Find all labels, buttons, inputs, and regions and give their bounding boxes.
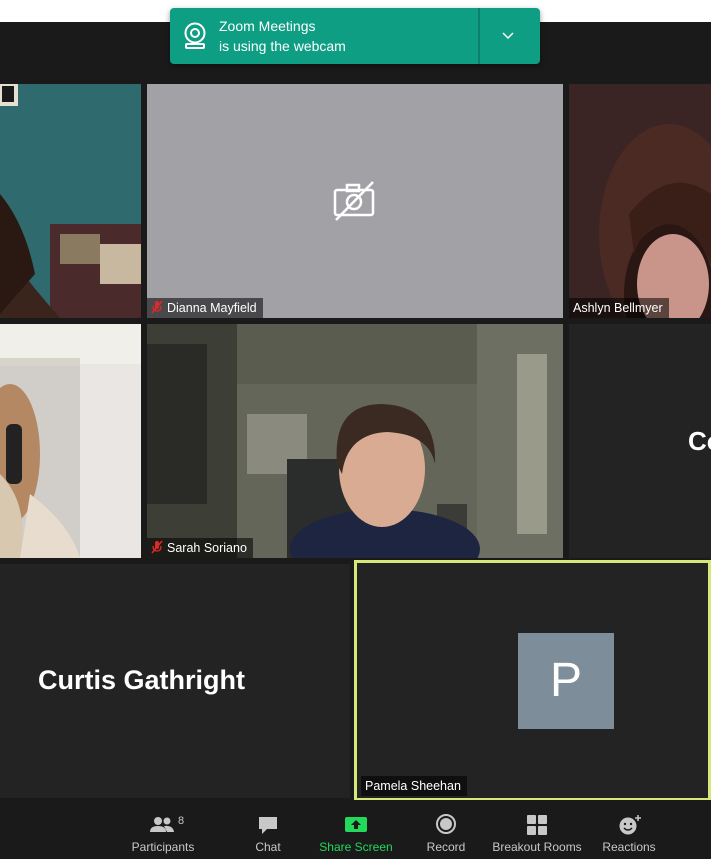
share-screen-label: Share Screen — [319, 840, 393, 854]
breakout-rooms-label: Breakout Rooms — [492, 840, 582, 854]
participant-name-tag: Pamela Sheehan — [361, 776, 467, 796]
participants-label: Participants — [131, 840, 195, 854]
participants-button[interactable]: 8 Participants — [128, 800, 198, 859]
notification-divider — [478, 8, 480, 64]
video-tile-dianna[interactable]: Dianna Mayfield — [147, 84, 563, 318]
reactions-button[interactable]: Reactions — [598, 800, 660, 859]
microphone-muted-icon — [151, 300, 163, 314]
participant-name: Dianna Mayfield — [167, 301, 257, 315]
breakout-rooms-button[interactable]: Breakout Rooms — [492, 800, 582, 859]
share-screen-icon — [345, 817, 367, 832]
chat-label: Chat — [255, 840, 281, 854]
notification-title: Zoom Meetings — [219, 18, 316, 34]
chevron-down-icon[interactable] — [500, 28, 516, 44]
chat-button[interactable]: Chat — [238, 800, 298, 859]
video-tile-ashlyn[interactable]: Ashlyn Bellmyer — [569, 84, 711, 318]
participant-name-tag: Dianna Mayfield — [147, 298, 263, 318]
video-tile-partial-middle-left[interactable] — [0, 324, 141, 558]
webcam-feed — [0, 324, 141, 558]
participant-name-large: Curtis Gathright — [38, 665, 245, 695]
webcam-notification[interactable]: Zoom Meetings is using the webcam — [170, 8, 540, 64]
video-tile-partial-top-left[interactable] — [0, 84, 141, 318]
participants-icon — [150, 817, 174, 832]
reactions-label: Reactions — [602, 840, 656, 854]
share-screen-button[interactable]: Share Screen — [316, 800, 396, 859]
video-tile-partial-right[interactable]: Co — [569, 324, 711, 558]
webcam-icon — [184, 22, 206, 49]
webcam-feed — [569, 84, 711, 318]
camera-off-icon — [333, 181, 375, 221]
notification-message: is using the webcam — [219, 38, 346, 54]
microphone-muted-icon — [151, 540, 163, 554]
record-button[interactable]: Record — [416, 800, 476, 859]
participant-name: Sarah Soriano — [167, 541, 247, 555]
participant-count: 8 — [178, 815, 185, 827]
video-off-icon — [480, 264, 524, 306]
webcam-feed — [0, 84, 141, 318]
breakout-rooms-icon — [527, 815, 547, 835]
participant-name: Ashlyn Bellmyer — [573, 301, 663, 315]
chat-icon — [259, 817, 277, 834]
video-tile-sarah[interactable]: Sarah Soriano — [147, 324, 563, 558]
meeting-controls-toolbar: 8 Participants Chat Share Screen Record … — [0, 800, 711, 859]
participant-name-large: Co — [688, 426, 711, 456]
video-tile-curtis[interactable]: Curtis Gathright — [0, 564, 350, 798]
participant-name-tag: Ashlyn Bellmyer — [569, 298, 669, 318]
participant-name: Pamela Sheehan — [365, 779, 461, 793]
participant-name-tag: Sarah Soriano — [147, 538, 253, 558]
reactions-icon — [619, 815, 641, 835]
record-icon — [436, 814, 456, 834]
avatar: P — [518, 633, 614, 729]
webcam-feed — [147, 324, 563, 558]
record-label: Record — [426, 840, 466, 854]
